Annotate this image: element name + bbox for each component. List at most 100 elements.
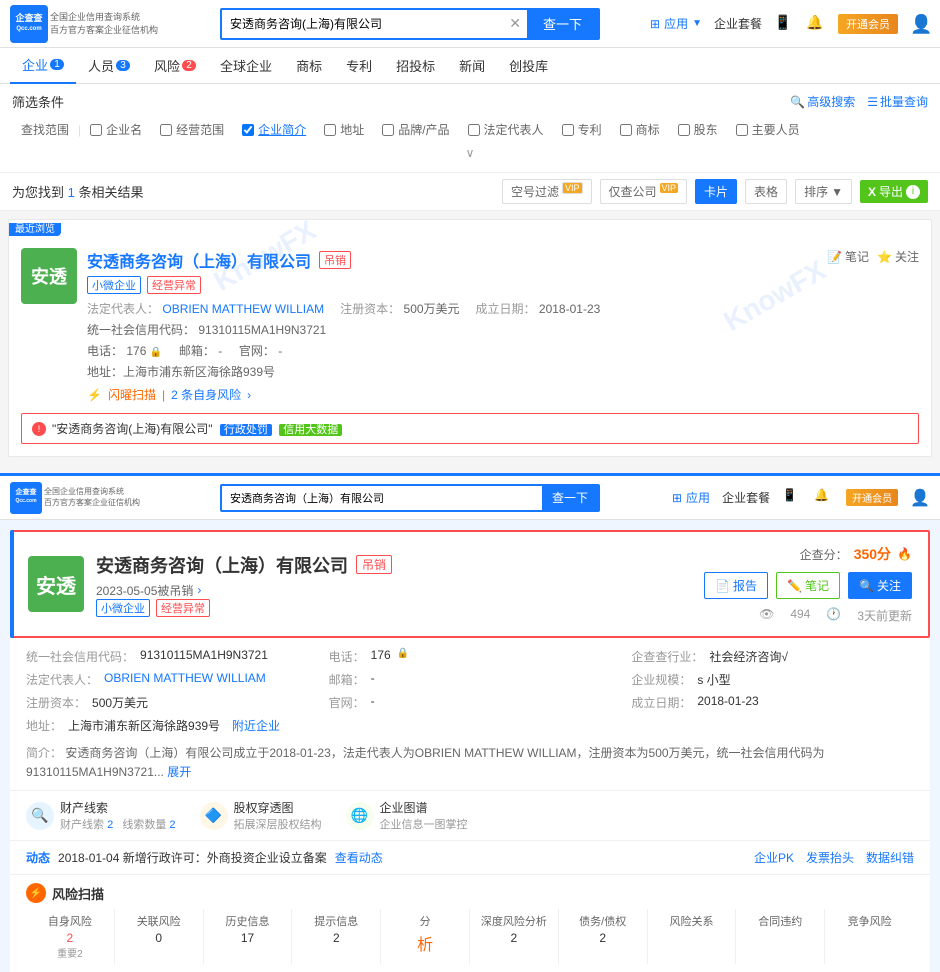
tab-news[interactable]: 新闻 [447,48,497,84]
filter-profile-checkbox[interactable] [242,124,254,136]
tab-risk[interactable]: 风险 2 [142,48,208,84]
risk-grid: 自身风险 2 重要2 关联风险 0 历史信息 17 提示信息 2 分 析 [26,909,914,964]
bell-icon-2[interactable]: 🔔 [814,488,834,508]
filter-legal-checkbox[interactable] [468,124,480,136]
risk-tips[interactable]: 提示信息 2 [292,909,381,964]
follow-btn-2[interactable]: 🔍 关注 [848,572,912,599]
avatar-icon-2[interactable]: 👤 [910,488,930,508]
report-btn[interactable]: 📄 报告 [704,572,768,599]
results-bar: 为您找到 1 条相关结果 空号过滤 VIP 仅查公司 VIP 卡片 表格 排序 … [0,173,940,211]
field-date: 成立日期： 2018-01-23 [631,694,914,711]
tab-investment[interactable]: 创投库 [497,48,560,84]
logo-icon-2[interactable]: 企查查 Qcc.com [10,482,42,514]
filter-range[interactable]: 查找范围 [12,117,78,142]
expand-link[interactable]: 展开 [167,765,191,779]
dynamic-section: 动态 2018-01-04 新增行政许可：外商投资企业设立备案 查看动态 企业P… [10,840,930,874]
risk-contract[interactable]: 合同违约 [736,909,825,964]
filter-expand[interactable]: ∨ [12,142,928,164]
filter-business[interactable]: 经营范围 [151,117,233,142]
risk-self[interactable]: 自身风险 2 重要2 [26,909,115,964]
detail-section: 安透 安透商务咨询（上海）有限公司 吊销 2023-05-05被吊销 › 小微企… [10,530,930,638]
alert-dot: ! [32,422,46,436]
batch-query-link[interactable]: ☰ 批量查询 [867,93,928,110]
search-button[interactable]: 查一下 [527,10,598,38]
invoice-tool[interactable]: 发票抬头 [806,849,854,866]
tab-enterprise[interactable]: 企业 1 [10,48,76,84]
enterprise-set[interactable]: 企业套餐 [714,15,762,32]
filter-business-checkbox[interactable] [160,124,172,136]
filter-brand[interactable]: 品牌/产品 [373,117,458,142]
filter-patent-checkbox[interactable] [562,124,574,136]
company-details: 法定代表人： OBRIEN MATTHEW WILLIAM 注册资本： 500万… [87,300,817,317]
filter-brand-checkbox[interactable] [382,124,394,136]
second-header: 企查查 Qcc.com 全国企业信用查询系统百方官方客案企业征信机构 安透商务咨… [0,476,940,520]
app-menu-2[interactable]: ⊞ 应用 [672,489,710,506]
filter-trademark[interactable]: 商标 [611,117,669,142]
table-view-btn[interactable]: 表格 [745,179,787,204]
app-menu[interactable]: ⊞ 应用 ▼ [650,15,702,32]
tab-trademark[interactable]: 商标 [284,48,334,84]
correction-tool[interactable]: 数据纠错 [866,849,914,866]
search-clear-icon[interactable]: ✕ [503,15,527,32]
risk-competition[interactable]: 竞争风险 [825,909,914,964]
filter-personnel-checkbox[interactable] [736,124,748,136]
risk-relationship[interactable]: 风险关系 [648,909,737,964]
risk-deep[interactable]: 深度风险分析 2 [470,909,559,964]
risk-scan-link[interactable]: ⚡ 闪曜扫描 | 2 条自身风险 › [87,386,817,403]
company-name[interactable]: 安透商务咨询（上海）有限公司 [87,248,311,272]
filter-profile[interactable]: 企业简介 [233,117,315,142]
note-btn-2[interactable]: ✏️ 笔记 [776,572,840,599]
tab-patent[interactable]: 专利 [334,48,384,84]
filter-address-checkbox[interactable] [324,124,336,136]
card-view-btn[interactable]: 卡片 [695,179,737,204]
logo-area-2: 企查查 Qcc.com 全国企业信用查询系统百方官方客案企业征信机构 [10,482,210,514]
detail-status-tag: 吊销 [356,555,392,574]
search-button-2[interactable]: 查一下 [542,486,598,510]
filter-row: 查找范围 | 企业名 经营范围 企业简介 地址 品牌/产品 法定代表人 [12,117,928,142]
note-btn[interactable]: 📝 笔记 [827,248,869,265]
empty-filter-btn[interactable]: 空号过滤 VIP [502,179,592,204]
follow-btn[interactable]: ⭐ 关注 [877,248,919,265]
mobile-icon[interactable]: 📱 [774,14,794,34]
filter-name[interactable]: 企业名 [81,117,151,142]
risk-history[interactable]: 历史信息 17 [204,909,293,964]
vip-button-2[interactable]: 开通会员 [846,489,898,506]
filter-trademark-checkbox[interactable] [620,124,632,136]
filter-personnel[interactable]: 主要人员 [727,117,809,142]
equity-icon: 🔷 [200,802,228,830]
advanced-search-link[interactable]: 🔍 高级搜索 [790,93,855,110]
risk-analysis[interactable]: 分 析 [381,909,470,964]
tool-property[interactable]: 🔍 财产线索 财产线索 2 线索数量 2 [26,799,176,832]
results-tools: 空号过滤 VIP 仅查公司 VIP 卡片 表格 排序 ▼ X 导出 i [502,179,928,204]
tab-global[interactable]: 全球企业 [208,48,284,84]
company-card-content: 安透 安透商务咨询（上海）有限公司 吊销 小微企业 经营异常 法定代表人： OB… [21,248,919,403]
detail-company-name[interactable]: 安透商务咨询（上海）有限公司 [96,552,348,578]
filter-shareholder-checkbox[interactable] [678,124,690,136]
risk-related[interactable]: 关联风险 0 [115,909,204,964]
only-company-btn[interactable]: 仅查公司 VIP [600,179,688,204]
search-input[interactable]: 安透商务咨询(上海)有限公司 [222,10,503,38]
lock-icon: 🔒 [150,347,162,358]
vip-button[interactable]: 开通会员 [838,14,898,34]
search-input-2[interactable]: 安透商务咨询（上海）有限公司 [222,486,542,510]
filter-patent[interactable]: 专利 [553,117,611,142]
detail-card-header: 安透 安透商务咨询（上海）有限公司 吊销 2023-05-05被吊销 › 小微企… [10,530,930,638]
mobile-icon-2[interactable]: 📱 [782,488,802,508]
enterprise-set-2[interactable]: 企业套餐 [722,489,770,506]
logo-icon[interactable]: 企查查 Qcc.com [10,5,48,43]
filter-address[interactable]: 地址 [315,117,373,142]
tab-bidding[interactable]: 招投标 [384,48,447,84]
pk-tool[interactable]: 企业PK [754,849,794,866]
stats-row: 👁 494 🕐 3天前更新 [759,607,912,624]
filter-name-checkbox[interactable] [90,124,102,136]
filter-shareholder[interactable]: 股东 [669,117,727,142]
avatar-icon[interactable]: 👤 [910,14,930,34]
bell-icon[interactable]: 🔔 [806,14,826,34]
export-btn[interactable]: X 导出 i [860,180,928,203]
filter-legal[interactable]: 法定代表人 [459,117,553,142]
risk-debt[interactable]: 债务/债权 2 [559,909,648,964]
tab-people[interactable]: 人员 3 [76,48,142,84]
sort-btn[interactable]: 排序 ▼ [795,179,852,204]
tool-equity[interactable]: 🔷 股权穿透图 拓展深层股权结构 [200,799,322,832]
tool-graph[interactable]: 🌐 企业图谱 企业信息一图掌控 [346,799,468,832]
